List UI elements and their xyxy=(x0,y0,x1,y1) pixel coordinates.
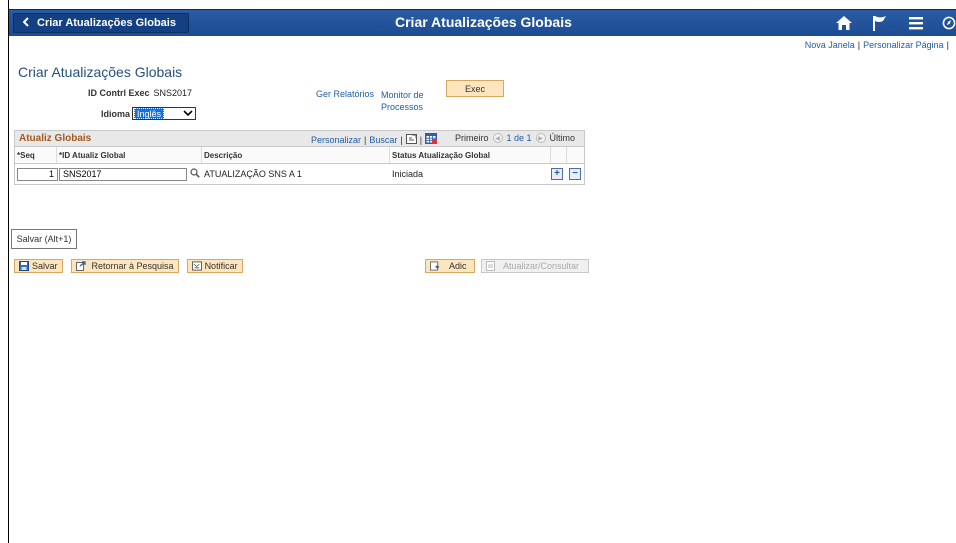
menu-icon[interactable] xyxy=(906,13,926,33)
previous-icon[interactable]: ◀ xyxy=(492,133,503,143)
add-icon xyxy=(430,261,440,271)
save-icon xyxy=(19,261,29,271)
grid-range: 1 de 1 xyxy=(506,133,532,143)
grid-find-link[interactable]: Buscar xyxy=(369,135,397,145)
notify-button-label: Notificar xyxy=(204,261,238,271)
language-select-value: Inglês xyxy=(134,108,165,119)
download-excel-icon[interactable] xyxy=(425,133,438,146)
notify-button[interactable]: Notificar xyxy=(186,259,243,273)
banner-title: Criar Atualizações Globais xyxy=(395,14,572,30)
return-button-label: Retornar à Pesquisa xyxy=(91,261,174,271)
process-monitor-label: Monitor de Processos xyxy=(381,90,424,112)
col-global-update-id[interactable]: *ID Atualiz Global xyxy=(57,147,202,163)
add-button[interactable]: Adic xyxy=(425,259,475,273)
navbar-icon[interactable] xyxy=(942,13,956,33)
col-description[interactable]: Descrição xyxy=(202,147,390,163)
notify-icon xyxy=(191,261,202,271)
language-select[interactable]: Inglês xyxy=(132,107,197,120)
view-all-icon[interactable] xyxy=(405,133,417,146)
return-icon xyxy=(75,261,86,271)
language-label: Idioma xyxy=(101,108,131,119)
chevron-left-icon xyxy=(22,16,29,30)
next-icon[interactable]: ▶ xyxy=(535,133,546,143)
return-to-search-button[interactable]: Retornar à Pesquisa xyxy=(70,259,179,273)
add-row-icon[interactable]: + xyxy=(551,168,563,180)
col-seq[interactable]: *Seq xyxy=(15,147,57,163)
back-button[interactable]: Criar Atualizações Globais xyxy=(13,13,189,33)
seq-input[interactable] xyxy=(17,167,58,181)
save-tooltip: Salvar (Alt+1) xyxy=(11,229,77,249)
home-icon[interactable] xyxy=(834,13,854,33)
col-status[interactable]: Status Atualização Global xyxy=(390,147,551,163)
back-button-label: Criar Atualizações Globais xyxy=(37,17,176,29)
lookup-icon[interactable] xyxy=(190,168,200,180)
grid-first-label: Primeiro xyxy=(455,133,489,143)
personalize-page-link[interactable]: Personalizar Página xyxy=(863,40,944,50)
grid-header: Atualiz Globais Personalizar | Buscar | … xyxy=(15,131,584,147)
run-button[interactable]: Exec xyxy=(446,80,504,97)
action-bar: Salvar Retornar à Pesquisa Notificar xyxy=(14,259,243,273)
status-value: Iniciada xyxy=(392,169,424,179)
header-banner: Criar Atualizações Globais Criar Atualiz… xyxy=(9,9,956,36)
page-title: Criar Atualizações Globais xyxy=(18,64,183,80)
run-control-value: SNS2017 xyxy=(153,88,193,98)
flag-icon[interactable] xyxy=(870,13,890,33)
col-delete xyxy=(567,147,584,163)
save-button[interactable]: Salvar xyxy=(14,259,63,273)
update-display-button: Atualizar/Consultar xyxy=(481,259,589,273)
process-monitor-link[interactable]: Monitor de Processos xyxy=(381,89,427,113)
col-add xyxy=(551,147,567,163)
language-row: Idioma Inglês xyxy=(101,107,197,120)
grid-column-headers: *Seq *ID Atualiz Global Descrição Status… xyxy=(15,147,584,164)
top-links: Nova Janela | Personalizar Página | xyxy=(804,40,949,50)
grid-last-label: Último xyxy=(549,133,576,143)
table-row: ATUALIZAÇÃO SNS A 1 Iniciada + − xyxy=(15,164,584,184)
save-button-label: Salvar xyxy=(32,261,58,271)
add-button-label: Adic xyxy=(449,261,467,271)
window-frame xyxy=(8,0,9,543)
grid-title: Atualiz Globais xyxy=(19,133,92,144)
global-update-id-input[interactable] xyxy=(59,167,187,181)
description-value: ATUALIZAÇÃO SNS A 1 xyxy=(204,169,302,179)
delete-row-icon[interactable]: − xyxy=(569,168,581,180)
global-updates-grid: Atualiz Globais Personalizar | Buscar | … xyxy=(14,130,585,185)
run-control-row: ID Contrl Exec SNS2017 xyxy=(88,88,192,98)
new-window-link[interactable]: Nova Janela xyxy=(805,40,855,50)
report-manager-link[interactable]: Ger Relatórios xyxy=(316,89,374,99)
update-button-label: Atualizar/Consultar xyxy=(503,261,580,271)
grid-personalize-link[interactable]: Personalizar xyxy=(311,135,361,145)
update-icon xyxy=(486,261,496,271)
chevron-down-icon xyxy=(183,109,193,119)
run-control-label: ID Contrl Exec xyxy=(88,88,150,98)
